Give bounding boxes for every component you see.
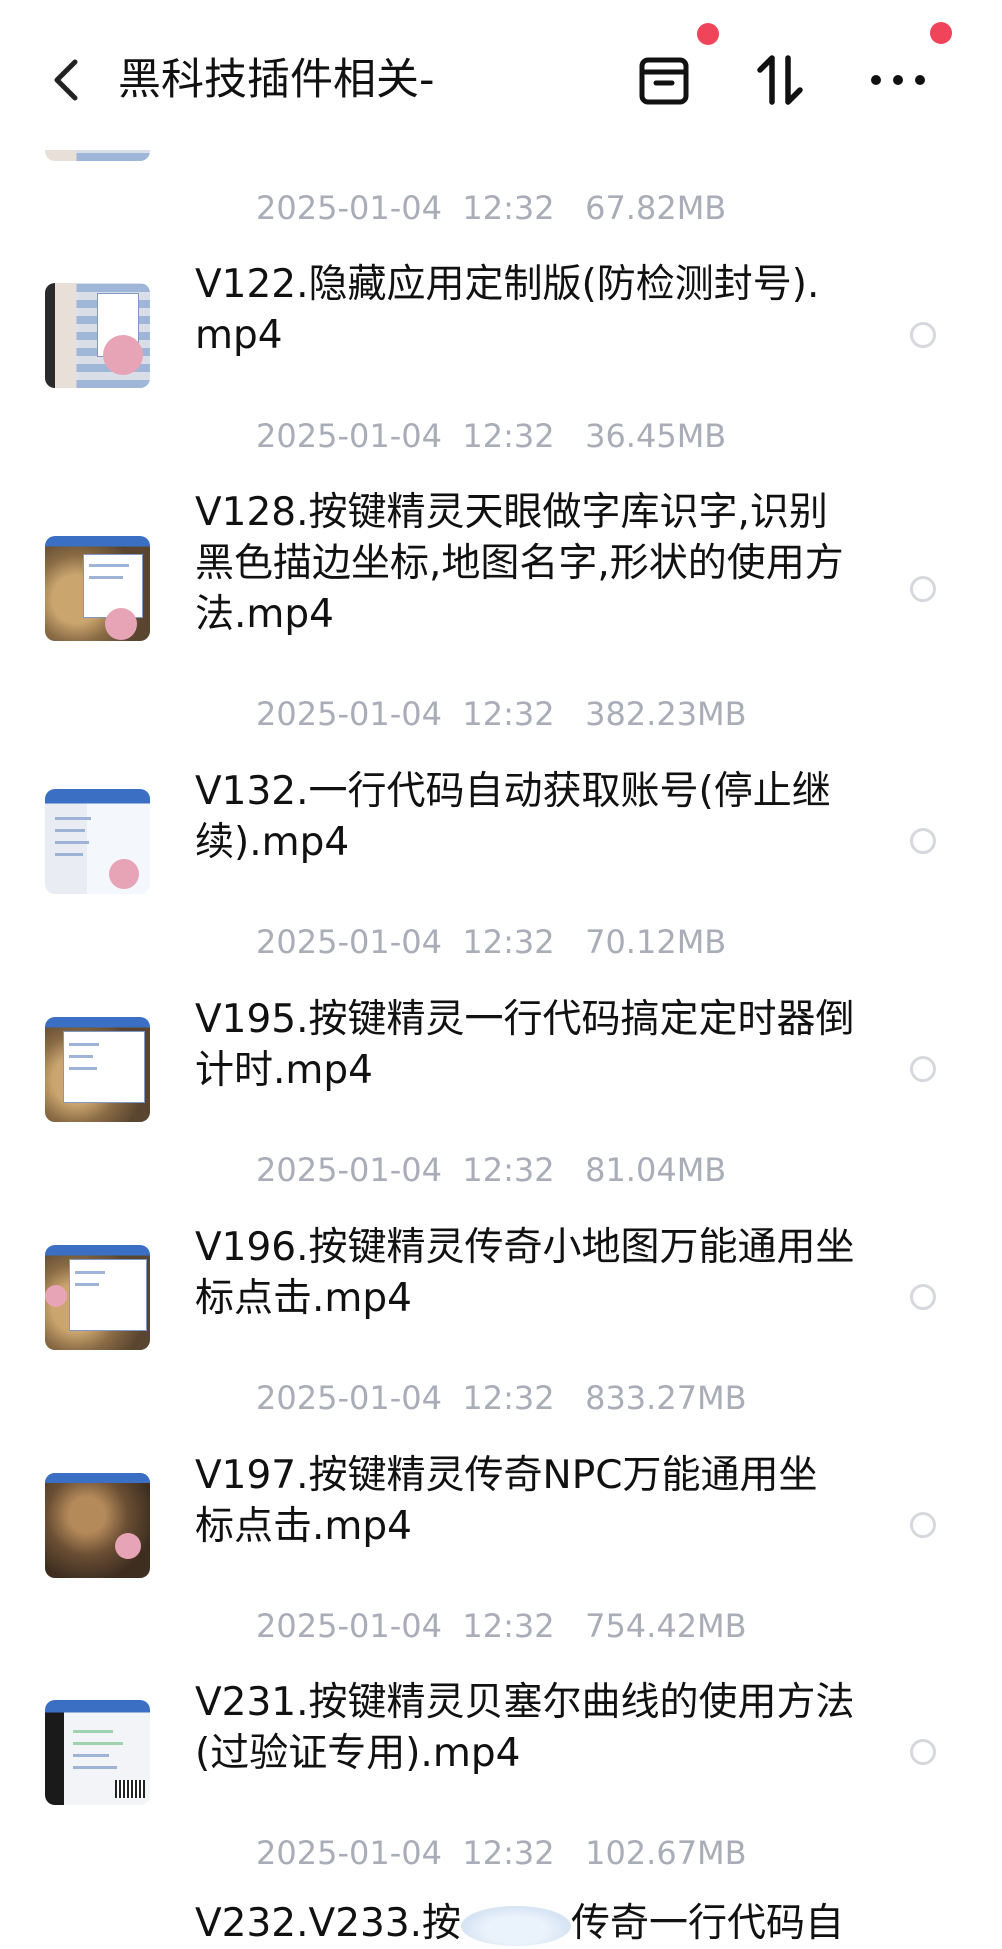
- file-name: V232.V233.按 传奇一行代码自: [195, 1898, 855, 1949]
- select-radio[interactable]: [910, 576, 936, 602]
- file-size: 754.42MB: [585, 1607, 747, 1645]
- top-app-bar: 黑科技插件相关-: [0, 0, 1002, 150]
- page-title: 黑科技插件相关-: [118, 55, 435, 105]
- file-meta: 2025-01-04 12:32 102.67MB: [195, 1793, 747, 1913]
- file-name: V128.按键精灵天眼做字库识字,识别黑色描边坐标,地图名字,形状的使用方法.m…: [195, 490, 844, 637]
- select-radio[interactable]: [910, 1512, 936, 1538]
- file-meta: 2025-01-04 12:32 754.42MB: [195, 1566, 747, 1686]
- video-thumbnail: [45, 1017, 150, 1122]
- file-time: 12:32: [462, 1151, 555, 1189]
- file-size: 382.23MB: [585, 695, 747, 733]
- more-button[interactable]: [860, 42, 936, 118]
- file-date: 2025-01-04: [256, 695, 442, 733]
- file-date: 2025-01-04: [256, 1151, 442, 1189]
- file-date: 2025-01-04: [256, 923, 442, 961]
- notification-badge: [697, 23, 719, 45]
- archive-button[interactable]: [626, 42, 702, 118]
- file-date: 2025-01-04: [256, 1834, 442, 1872]
- file-name: V122.隐藏应用定制版(防检测封号).mp4: [195, 262, 820, 358]
- file-time: 12:32: [462, 1834, 555, 1872]
- video-thumbnail: [45, 536, 150, 641]
- video-thumbnail: [45, 1245, 150, 1350]
- file-name: V196.按键精灵传奇小地图万能通用坐标点击.mp4: [195, 1225, 855, 1321]
- select-radio[interactable]: [910, 322, 936, 348]
- file-time: 12:32: [462, 1607, 555, 1645]
- file-time: 12:32: [462, 695, 555, 733]
- file-meta: 2025-01-04 12:32 81.04MB: [195, 1110, 726, 1230]
- select-radio[interactable]: [910, 828, 936, 854]
- file-size: 102.67MB: [585, 1834, 747, 1872]
- file-date: 2025-01-04: [256, 1379, 442, 1417]
- file-meta: 2025-01-04 12:32 67.82MB: [195, 148, 726, 268]
- floating-bubble[interactable]: [461, 1905, 572, 1946]
- file-name-end: 传奇一行代码自: [571, 1901, 845, 1946]
- video-thumbnail: [45, 1700, 150, 1805]
- select-radio[interactable]: [910, 1284, 936, 1310]
- sort-button[interactable]: [742, 42, 818, 118]
- file-name: V195.按键精灵一行代码搞定定时器倒计时.mp4: [195, 997, 855, 1093]
- file-name: V132.一行代码自动获取账号(停止继续).mp4: [195, 769, 831, 865]
- archive-box-icon: [639, 57, 689, 105]
- file-meta: 2025-01-04 12:32 382.23MB: [195, 654, 747, 774]
- file-date: 2025-01-04: [256, 189, 442, 227]
- file-name-start: V232.V233.按: [195, 1901, 462, 1946]
- more-dots-icon: [871, 75, 925, 85]
- chevron-left-icon: [54, 59, 78, 101]
- file-size: 67.82MB: [585, 189, 727, 227]
- notification-badge: [930, 22, 952, 44]
- file-meta: 2025-01-04 12:32 36.45MB: [195, 376, 726, 496]
- video-thumbnail: [45, 1473, 150, 1578]
- file-date: 2025-01-04: [256, 1607, 442, 1645]
- video-thumbnail: [45, 283, 150, 388]
- file-date: 2025-01-04: [256, 417, 442, 455]
- file-size: 81.04MB: [585, 1151, 727, 1189]
- file-time: 12:32: [462, 1379, 555, 1417]
- file-time: 12:32: [462, 189, 555, 227]
- file-size: 36.45MB: [585, 417, 727, 455]
- file-meta: 2025-01-04 12:32 70.12MB: [195, 882, 726, 1002]
- sort-arrows-icon: [757, 55, 803, 105]
- file-time: 12:32: [462, 923, 555, 961]
- file-name: V231.按键精灵贝塞尔曲线的使用方法(过验证专用).mp4: [195, 1680, 855, 1776]
- file-name: V197.按键精灵传奇NPC万能通用坐标点击.mp4: [195, 1453, 818, 1549]
- file-size: 833.27MB: [585, 1379, 747, 1417]
- back-button[interactable]: [40, 50, 92, 110]
- file-size: 70.12MB: [585, 923, 727, 961]
- select-radio[interactable]: [910, 1739, 936, 1765]
- select-radio[interactable]: [910, 1056, 936, 1082]
- file-time: 12:32: [462, 417, 555, 455]
- video-thumbnail: [45, 789, 150, 894]
- file-meta: 2025-01-04 12:32 833.27MB: [195, 1338, 747, 1458]
